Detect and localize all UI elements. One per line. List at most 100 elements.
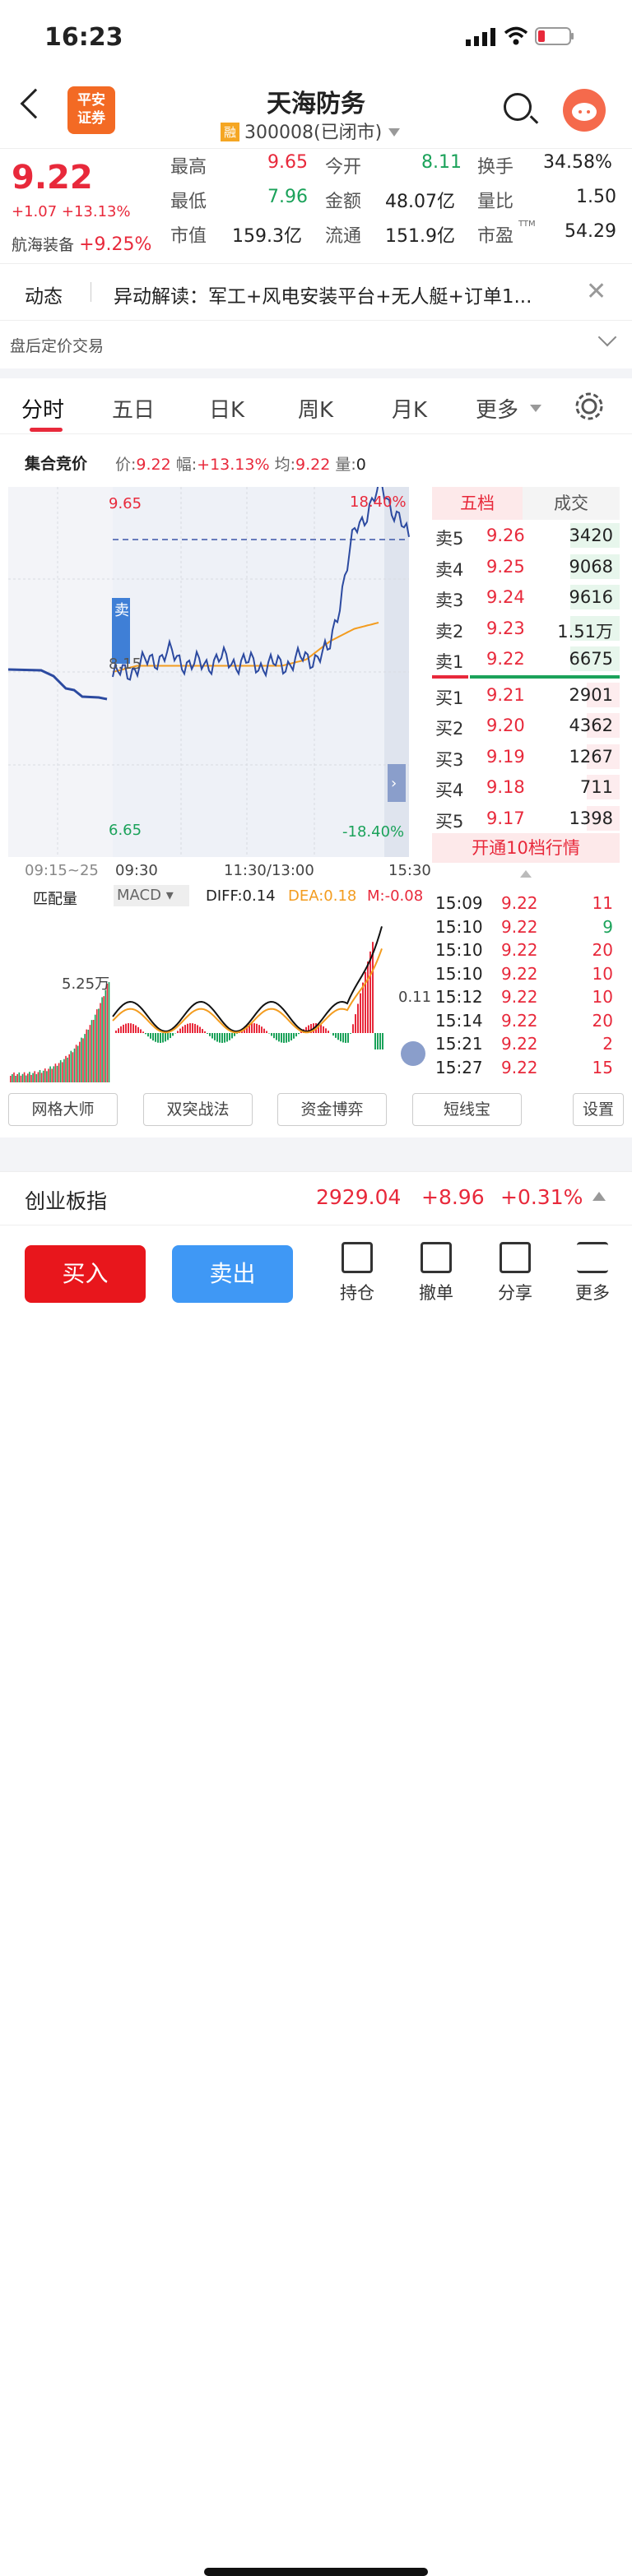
expand-up-icon[interactable] (592, 1192, 606, 1201)
ask-level[interactable]: 卖39.249616 (432, 581, 620, 613)
macd-bar (135, 1026, 137, 1033)
intraday-chart[interactable]: 卖 9.65 18.40% 8.15 6.65 -18.40% › (8, 487, 432, 857)
macd-bar (266, 1031, 267, 1033)
ask-level[interactable]: 卖19.226675 (432, 643, 620, 674)
volume-bar (76, 1045, 77, 1082)
sector-name: 航海装备 (12, 236, 74, 254)
auction-price: 9.22 (136, 456, 170, 474)
more-button[interactable]: 更多 (568, 1242, 617, 1304)
search-icon[interactable] (504, 93, 532, 121)
time-axis: 09:15~25 09:30 11:30/13:00 15:30 (8, 857, 432, 883)
stock-code-selector[interactable]: 融300008(已闭市) (221, 118, 400, 144)
tab-monthly-k[interactable]: 月K (392, 393, 427, 424)
level-volume: 9616 (569, 587, 613, 607)
macd-bar (194, 1024, 196, 1033)
macd-bar (145, 1033, 146, 1034)
fullscreen-icon[interactable] (401, 1041, 425, 1066)
macd-bar (231, 1033, 233, 1038)
section-gap (0, 368, 632, 378)
quote-value: 34.58% (543, 152, 612, 173)
close-icon[interactable]: ✕ (586, 277, 606, 306)
holdings-button[interactable]: 持仓 (332, 1242, 382, 1304)
grid-master-button[interactable]: 网格大师 (8, 1093, 118, 1126)
index-ticker[interactable]: 创业板指 2929.04 +8.96 +0.31% (0, 1171, 632, 1225)
chat-assistant-icon[interactable] (563, 89, 606, 132)
tools-settings-button[interactable]: 设置 (573, 1093, 624, 1126)
bid-level[interactable]: 买49.18711 (432, 771, 620, 803)
quote-value: 9.65 (267, 152, 308, 173)
volume-bar (60, 1060, 62, 1082)
volume-bar (51, 1068, 53, 1082)
macd-bar (283, 1033, 285, 1043)
quote-label: 量比 (477, 187, 514, 213)
ask-level[interactable]: 卖59.263420 (432, 520, 620, 551)
macd-bar (369, 952, 371, 1033)
macd-bar (293, 1033, 295, 1039)
volume-bar (71, 1051, 72, 1082)
volume-bar (13, 1073, 15, 1082)
double-breakout-button[interactable]: 双突战法 (143, 1093, 253, 1126)
macd-selector[interactable]: MACD ▾ (114, 885, 189, 906)
capital-game-button[interactable]: 资金博弈 (277, 1093, 387, 1126)
level-label: 卖4 (435, 557, 463, 581)
trade-row: 15:149.2220 (432, 1008, 620, 1032)
macd-bg (113, 910, 384, 1082)
macd-dea: DEA:0.18 (288, 887, 356, 905)
volume-bar (16, 1074, 18, 1082)
cancel-order-button[interactable]: 撤单 (411, 1242, 461, 1304)
margin-badge: 融 (221, 123, 239, 141)
menu-icon (577, 1242, 608, 1273)
macd-bar (179, 1029, 181, 1033)
trade-price: 9.22 (501, 987, 538, 1007)
quote-label: 金额 (325, 187, 361, 213)
trade-row: 15:109.229 (432, 915, 620, 938)
battery-icon (535, 27, 574, 45)
bid-level[interactable]: 买39.191267 (432, 741, 620, 772)
open-level10-button[interactable]: 开通10档行情 (432, 833, 620, 863)
tab-5day[interactable]: 五日 (112, 393, 155, 424)
level-volume: 2901 (569, 685, 613, 705)
bid-level[interactable]: 买29.204362 (432, 710, 620, 741)
macd-bar (350, 1033, 351, 1034)
macd-bar (118, 1028, 119, 1033)
tab-daily-k[interactable]: 日K (209, 393, 244, 424)
macd-scale-label: 0.11 (398, 989, 431, 1006)
macd-bar (295, 1033, 297, 1036)
level-volume: 9068 (569, 557, 613, 577)
macd-bar (253, 1023, 255, 1033)
macd-bar (340, 1033, 342, 1041)
settings-gear-icon[interactable] (574, 391, 604, 421)
macd-bar (256, 1024, 258, 1033)
tab-weekly-k[interactable]: 周K (298, 393, 333, 424)
tab-five-levels[interactable]: 五档 (432, 487, 523, 520)
level-label: 卖1 (435, 649, 463, 674)
macd-bar (374, 1033, 376, 1049)
bid-level[interactable]: 买59.171398 (432, 803, 620, 834)
after-hours-row[interactable]: 盘后定价交易 (0, 321, 632, 368)
match-volume-tab[interactable]: 匹配量 (33, 887, 77, 909)
buy-button[interactable]: 买入 (25, 1245, 146, 1303)
chart-low-pct: -18.40% (342, 823, 404, 841)
ask-level[interactable]: 卖49.259068 (432, 551, 620, 582)
trade-list: 15:099.221115:109.22915:109.222015:109.2… (432, 891, 620, 1078)
trade-time: 15:27 (435, 1058, 483, 1077)
sector-link[interactable]: 航海装备 +9.25% (12, 233, 151, 255)
bid-level[interactable]: 买19.212901 (432, 679, 620, 711)
volume-bar (19, 1073, 21, 1082)
level-price: 9.18 (486, 777, 525, 797)
macd-bar (271, 1033, 272, 1035)
scroll-up-icon[interactable] (520, 870, 532, 878)
chevron-down-icon[interactable] (598, 328, 617, 347)
amp-label: 幅: (176, 456, 197, 474)
tab-intraday[interactable]: 分时 (21, 393, 64, 424)
ask-level[interactable]: 卖29.231.51万 (432, 613, 620, 644)
sell-button[interactable]: 卖出 (172, 1245, 293, 1303)
macd-bar (273, 1033, 275, 1038)
news-bar[interactable]: 动态 异动解读：军工+风电安装平台+无人艇+订单1... ✕ (0, 263, 632, 321)
share-button[interactable]: 分享 (490, 1242, 540, 1304)
tab-more[interactable]: 更多 (476, 393, 518, 424)
tab-trades[interactable]: 成交 (523, 487, 620, 520)
news-label: 动态 (25, 280, 63, 308)
auction-info: 集合竞价 价:9.22 幅:+13.13% 均:9.22 量:0 (0, 448, 632, 476)
short-term-button[interactable]: 短线宝 (412, 1093, 522, 1126)
